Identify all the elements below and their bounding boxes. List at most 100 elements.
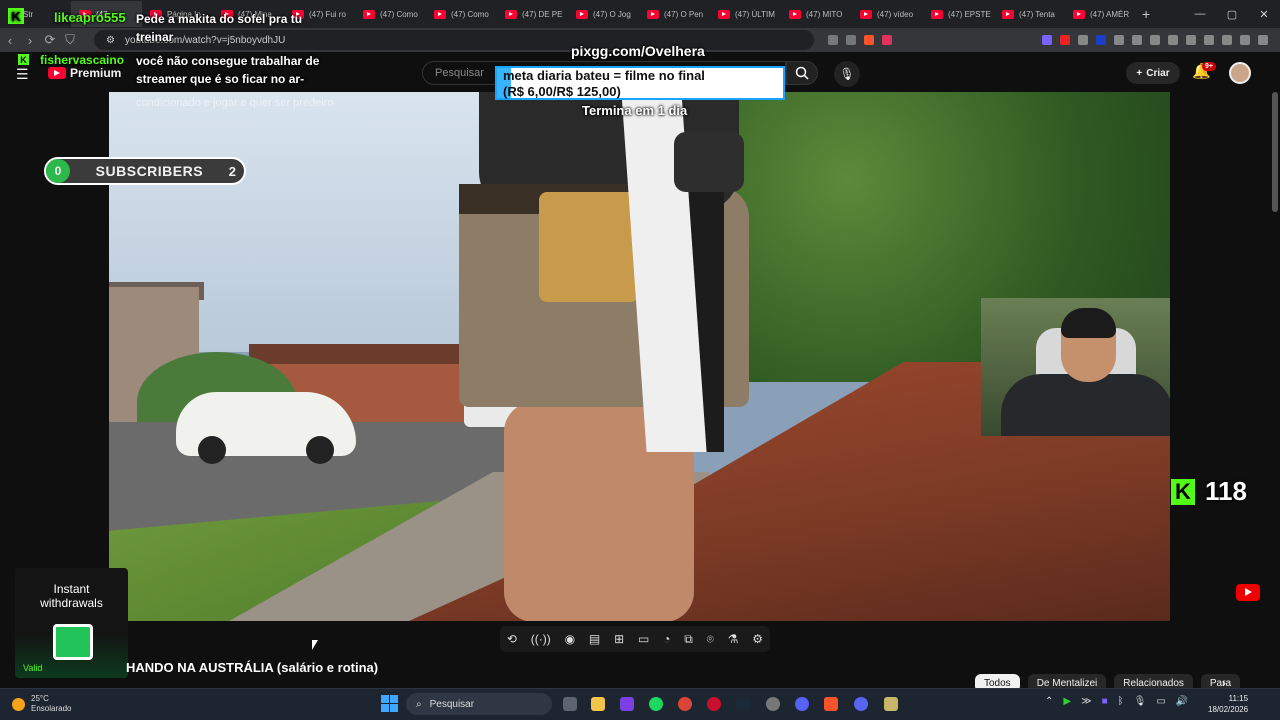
extension-icon[interactable] (1042, 35, 1052, 45)
loop-icon[interactable]: ⟲ (507, 632, 517, 646)
taskbar-search[interactable]: ⌕ Pesquisar (406, 693, 552, 715)
browser-tab[interactable]: (47) AMÉR (1065, 1, 1136, 27)
browser-tab[interactable]: (47) Como (355, 1, 426, 27)
settings-gear-icon[interactable]: ⚙ (752, 632, 763, 646)
browser-tab[interactable]: (47) ÚLTIM (710, 1, 781, 27)
browser-tab[interactable]: (47) O Pen (639, 1, 710, 27)
brave-rewards-icon[interactable] (882, 35, 892, 45)
voice-search-button[interactable]: 🎙 (834, 61, 860, 87)
app-icon[interactable] (766, 697, 780, 711)
reload-button[interactable]: ⟳ (40, 32, 60, 48)
app-tray-icon[interactable]: ≫ (1081, 696, 1091, 707)
taskbar-clock[interactable]: 11:15 18/02/2026 (1208, 693, 1248, 715)
system-tray: ⌃ ▶ ≫ ■ ᛒ 🎙 ▭ 🔊 (1045, 696, 1188, 707)
vpn-icon[interactable] (1240, 35, 1250, 45)
close-window-button[interactable]: ✕ (1248, 8, 1280, 21)
window-controls: — ▢ ✕ (1184, 8, 1280, 21)
microphone-icon[interactable]: 🎙 (1134, 696, 1147, 707)
tab-label: (47) Como (451, 9, 489, 19)
music-icon[interactable] (1168, 35, 1178, 45)
extension-icon[interactable] (1150, 35, 1160, 45)
volume-icon[interactable]: 🔊 (1176, 696, 1188, 707)
weather-widget[interactable]: 25°C Ensolarado (12, 694, 71, 714)
menu-icon[interactable] (1258, 35, 1268, 45)
leo-icon[interactable] (1222, 35, 1232, 45)
network-icon[interactable]: ▭ (1156, 696, 1165, 707)
youtube-watermark-icon (1236, 584, 1260, 601)
extension-icon[interactable] (1096, 35, 1106, 45)
cinema-icon[interactable]: ▭ (638, 632, 649, 646)
tab-label: (47) Tenta (1019, 9, 1055, 19)
new-tab-button[interactable]: + (1142, 6, 1150, 22)
broadcast-icon[interactable]: ((·)) (531, 632, 551, 646)
discord-icon[interactable] (854, 697, 868, 711)
brave-shield-icon[interactable] (864, 35, 874, 45)
subscribers-goal: 2 (228, 163, 236, 179)
subscribers-counter: 0 SUBSCRIBERS 2 (44, 157, 246, 185)
tab-label: (47) MITO (806, 9, 843, 19)
browser-tab[interactable]: (47) MITO (781, 1, 852, 27)
eye-icon[interactable]: ◉ (565, 632, 575, 646)
browser-tab[interactable]: (47) vídeo (852, 1, 923, 27)
subscribers-current: 0 (46, 159, 70, 183)
chrome-icon[interactable] (678, 697, 692, 711)
install-icon[interactable] (828, 35, 838, 45)
steam-icon[interactable] (736, 697, 750, 711)
create-button[interactable]: + Criar (1126, 62, 1180, 84)
wallet-icon[interactable] (1204, 35, 1214, 45)
extension-icon[interactable] (1114, 35, 1124, 45)
bluetooth-icon[interactable]: ᛒ (1118, 696, 1124, 707)
page-scrollbar[interactable] (1272, 92, 1278, 212)
create-label: Criar (1146, 67, 1170, 79)
chat-message: você não consegue trabalhar de streamer … (136, 54, 320, 86)
maximize-button[interactable]: ▢ (1216, 8, 1248, 21)
browser-tab[interactable]: (47) O Jog (568, 1, 639, 27)
forward-button[interactable]: › (20, 33, 40, 48)
back-button[interactable]: ‹ (0, 33, 20, 48)
app-icon[interactable] (884, 697, 898, 711)
pip-icon[interactable]: ⧉ (684, 632, 693, 647)
site-info-icon[interactable]: ⚙ (106, 35, 115, 46)
extension-icon[interactable] (1078, 35, 1088, 45)
menu-icon[interactable]: ☰ (16, 66, 29, 83)
video-title: HANDO NA AUSTRÁLIA (salário e rotina) (126, 660, 379, 675)
app-grid-icon[interactable] (620, 697, 634, 711)
task-view-icon[interactable] (563, 697, 577, 711)
minimize-button[interactable]: — (1184, 8, 1216, 21)
browser-tab[interactable]: (47) Como (426, 1, 497, 27)
puzzle-icon[interactable] (1132, 35, 1142, 45)
kick-logo-icon: K (8, 8, 24, 24)
brave-icon[interactable] (824, 697, 838, 711)
white-car (176, 392, 356, 464)
youtube-premium-logo[interactable]: Premium (48, 66, 121, 80)
spotify-icon[interactable] (649, 697, 663, 711)
play-icon[interactable]: ▶ (1063, 696, 1071, 707)
youtube-icon (789, 9, 801, 19)
youtube-icon (1002, 9, 1014, 19)
browser-tab[interactable]: (47) EPSTE (923, 1, 994, 27)
viewer-count: 118 (1205, 476, 1247, 506)
windows-start-button[interactable] (381, 695, 398, 712)
extension-icon[interactable] (1060, 35, 1070, 45)
screenshot-icon[interactable]: ⌾ (707, 632, 714, 647)
speed-icon[interactable]: ◔ (663, 632, 670, 646)
avatar[interactable] (1229, 62, 1251, 84)
tab-label: Str (23, 9, 34, 19)
video-player[interactable] (109, 92, 1170, 621)
browser-tab[interactable]: (47) DE PE (497, 1, 568, 27)
flask-icon[interactable]: ⚗ (728, 632, 739, 646)
chevron-up-icon[interactable]: ⌃ (1045, 696, 1053, 707)
file-explorer-icon[interactable] (591, 697, 605, 711)
ad-text: Instant withdrawals (15, 582, 128, 610)
share-icon[interactable] (846, 35, 856, 45)
browser-tab[interactable]: (47) Tenta (994, 1, 1065, 27)
opera-icon[interactable] (707, 697, 721, 711)
bookmark-icon[interactable]: ⛉ (60, 32, 80, 48)
sidebar-icon[interactable] (1186, 35, 1196, 45)
fit-screen-icon[interactable]: ⊞ (614, 632, 624, 646)
instant-withdrawals-ad[interactable]: Instant withdrawals Valid (15, 568, 128, 678)
app-icon[interactable] (795, 697, 809, 711)
app-tray-icon[interactable]: ■ (1102, 696, 1108, 707)
film-icon[interactable]: ▤ (589, 632, 600, 646)
search-button[interactable] (786, 61, 818, 85)
